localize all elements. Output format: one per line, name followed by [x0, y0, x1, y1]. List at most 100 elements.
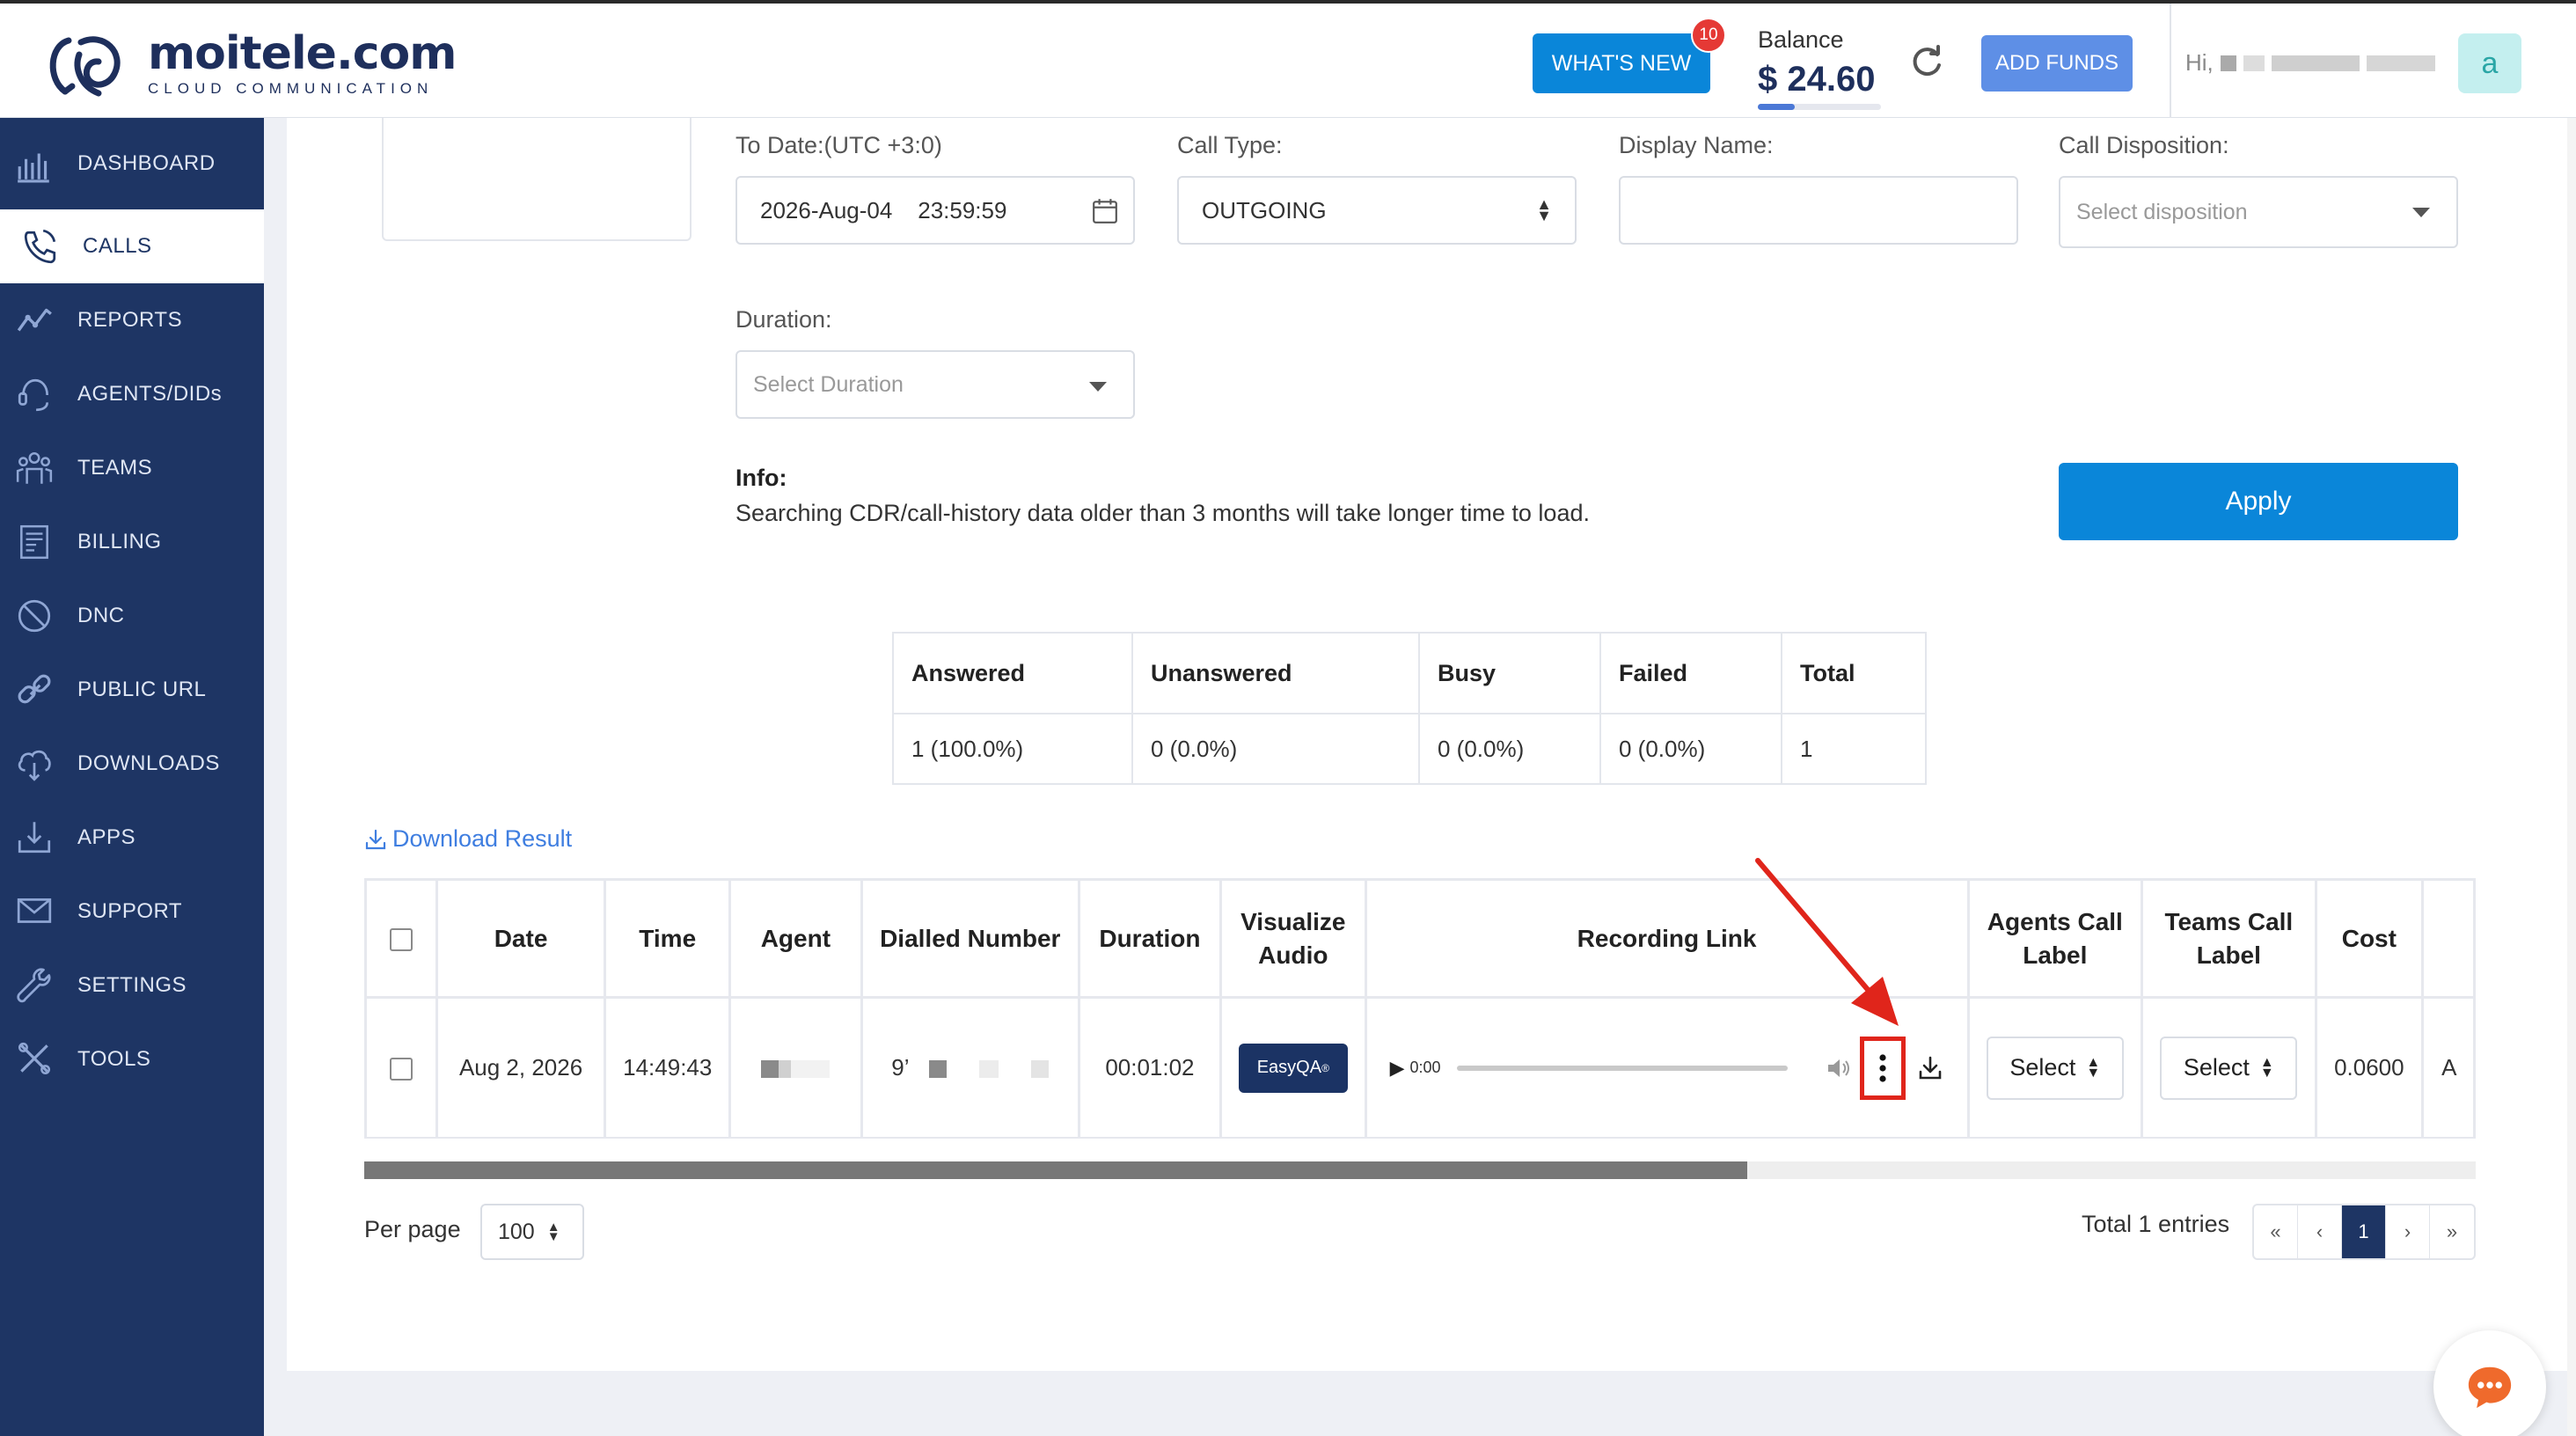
column-header[interactable]: Duration — [1077, 878, 1223, 999]
sidebar-item-support[interactable]: SUPPORT — [0, 875, 264, 949]
call-type-select[interactable]: OUTGOING ▲ ▼ — [1177, 176, 1577, 245]
audio-player: ▶ 0:00 — [1367, 999, 1967, 1137]
cell-agents-call-label: Select ▲ ▼ — [1966, 996, 2144, 1139]
more-vertical-icon[interactable] — [1878, 1053, 1887, 1083]
next-page-button[interactable]: › — [2386, 1205, 2430, 1258]
column-header[interactable]: Cost — [2314, 878, 2425, 999]
column-header[interactable]: Recording Link — [1364, 878, 1970, 999]
row-checkbox[interactable] — [389, 1058, 413, 1081]
last-page-button[interactable]: » — [2430, 1205, 2474, 1258]
logo-mark-icon — [49, 36, 121, 97]
add-funds-button[interactable]: ADD FUNDS — [1981, 35, 2133, 92]
sidebar-item-label: DOWNLOADS — [77, 751, 220, 775]
column-header[interactable]: Visualize Audio — [1219, 878, 1367, 999]
redacted-name — [2220, 55, 2236, 71]
play-icon[interactable]: ▶ — [1390, 1057, 1405, 1080]
call-summary-table: Answered Unanswered Busy Failed Total 1 … — [892, 632, 1927, 785]
teams-call-label-select[interactable]: Select ▲ ▼ — [2160, 1036, 2298, 1100]
column-header[interactable]: Time — [604, 878, 732, 999]
user-greeting[interactable]: Hi, — [2185, 49, 2435, 77]
balance-label: Balance — [1758, 26, 1844, 53]
select-all-cell[interactable] — [364, 878, 438, 999]
calls-table: Date Time Agent Dialled Number Duration … — [364, 878, 2476, 1139]
sidebar-item-label: BILLING — [77, 530, 162, 553]
summary-header: Total — [1781, 632, 1927, 714]
chat-button[interactable] — [2433, 1330, 2546, 1436]
download-result-link[interactable]: Download Result — [364, 825, 572, 853]
summary-header: Busy — [1418, 632, 1601, 714]
table-header-row: Date Time Agent Dialled Number Duration … — [364, 878, 2476, 999]
previous-filter-box — [382, 118, 692, 241]
highlighted-more-options[interactable] — [1859, 1036, 1906, 1100]
to-date-input[interactable]: 2026-Aug-04 23:59:59 — [735, 176, 1135, 245]
sidebar-item-dnc[interactable]: DNC — [0, 579, 264, 653]
call-disposition-placeholder: Select disposition — [2076, 199, 2248, 224]
table-horizontal-scrollbar[interactable] — [364, 1161, 2476, 1179]
page-scrollbar[interactable] — [2567, 118, 2576, 1436]
sidebar-item-billing[interactable]: BILLING — [0, 505, 264, 579]
row-select-cell[interactable] — [364, 996, 438, 1139]
pagination: « ‹ 1 › » — [2252, 1204, 2476, 1260]
column-header[interactable]: Dialled Number — [860, 878, 1080, 999]
redacted-agent — [791, 1060, 831, 1079]
sidebar-item-label: SUPPORT — [77, 899, 183, 923]
teams-icon — [12, 446, 56, 490]
call-disposition-select[interactable]: Select disposition — [2059, 176, 2458, 248]
sidebar-item-tools[interactable]: TOOLS — [0, 1022, 264, 1096]
dnc-icon — [12, 594, 56, 638]
teams-label-value: Select — [2183, 1054, 2250, 1081]
sidebar-item-dashboard[interactable]: DASHBOARD — [0, 118, 264, 209]
summary-busy: 0 (0.0%) — [1418, 713, 1601, 785]
display-name-label: Display Name: — [1619, 132, 1774, 158]
first-page-button[interactable]: « — [2254, 1205, 2298, 1258]
sidebar-item-label: AGENTS/DIDs — [77, 382, 223, 406]
cell-next: A — [2421, 996, 2476, 1139]
sidebar-item-settings[interactable]: SETTINGS — [0, 949, 264, 1022]
chevron-down-icon — [1089, 382, 1107, 392]
current-page-button[interactable]: 1 — [2342, 1205, 2386, 1258]
easyqa-label: EasyQA — [1256, 1058, 1322, 1077]
apps-icon — [12, 816, 56, 860]
agents-call-label-select[interactable]: Select ▲ ▼ — [1986, 1036, 2124, 1100]
avatar[interactable]: a — [2458, 33, 2521, 93]
duration-select[interactable]: Select Duration — [735, 350, 1135, 419]
column-header[interactable]: Date — [435, 878, 607, 999]
download-recording-icon[interactable] — [1916, 1054, 1944, 1082]
redacted-agent — [761, 1060, 779, 1079]
sidebar-item-calls[interactable]: CALLS — [0, 209, 264, 283]
cell-time: 14:49:43 — [604, 996, 732, 1139]
balance-progress — [1758, 104, 1881, 110]
column-header[interactable]: Teams Call Label — [2141, 878, 2317, 999]
call-type-label: Call Type: — [1177, 132, 1283, 158]
prev-page-button[interactable]: ‹ — [2298, 1205, 2342, 1258]
sidebar-item-downloads[interactable]: DOWNLOADS — [0, 727, 264, 801]
scrollbar-thumb[interactable] — [364, 1161, 1747, 1179]
whats-new-button[interactable]: WHAT'S NEW — [1533, 33, 1710, 93]
display-name-input[interactable] — [1619, 176, 2018, 245]
refresh-icon[interactable] — [1907, 42, 1946, 81]
billing-icon — [12, 520, 56, 564]
total-entries: Total 1 entries — [2082, 1211, 2230, 1237]
sidebar-item-public-url[interactable]: PUBLIC URL — [0, 653, 264, 727]
sidebar-item-apps[interactable]: APPS — [0, 801, 264, 875]
volume-icon[interactable] — [1825, 1055, 1851, 1081]
easyqa-button[interactable]: EasyQA ® — [1238, 1043, 1348, 1093]
column-header[interactable]: Agent — [728, 878, 863, 999]
summary-total: 1 — [1781, 713, 1927, 785]
sidebar-item-agents-dids[interactable]: AGENTS/DIDs — [0, 357, 264, 431]
apply-button[interactable]: Apply — [2059, 463, 2458, 540]
cell-visualize: EasyQA ® — [1219, 996, 1367, 1139]
redacted-number — [979, 1060, 999, 1079]
brand-logo[interactable]: moitele.com CLOUD COMMUNICATION — [42, 25, 457, 104]
sidebar-item-reports[interactable]: REPORTS — [0, 283, 264, 357]
link-icon — [12, 668, 56, 712]
calendar-icon[interactable] — [1091, 197, 1119, 225]
info-heading: Info: — [735, 465, 787, 491]
audio-progress-track[interactable] — [1456, 1065, 1788, 1071]
per-page-select[interactable]: 100 ▲ ▼ — [480, 1204, 584, 1260]
column-header[interactable]: Agents Call Label — [1966, 878, 2144, 999]
sidebar-item-teams[interactable]: TEAMS — [0, 431, 264, 505]
info-text: Searching CDR/call-history data older th… — [735, 500, 1590, 526]
select-all-checkbox[interactable] — [389, 928, 413, 952]
wrench-icon — [12, 963, 56, 1007]
